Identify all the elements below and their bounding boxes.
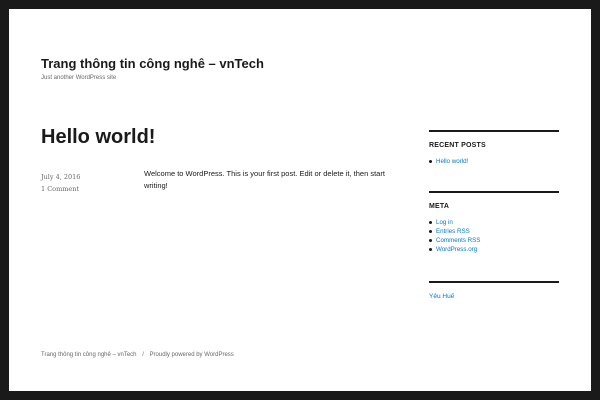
meta-wordpress-org-link[interactable]: WordPress.org bbox=[436, 246, 477, 253]
list-item: Comments RSS bbox=[429, 236, 559, 245]
page-container: Trang thông tin công nghê – vnTech Just … bbox=[9, 9, 591, 391]
meta-login-link[interactable]: Log in bbox=[436, 219, 453, 226]
widget-divider bbox=[429, 191, 559, 193]
post-content-text: Welcome to WordPress. This is your first… bbox=[144, 169, 385, 190]
meta-title: META bbox=[429, 203, 450, 210]
post-meta: July 4, 2016 1 Comment bbox=[41, 171, 80, 195]
footer-separator: / bbox=[142, 352, 144, 358]
site-description: Just another WordPress site bbox=[41, 75, 117, 81]
list-item: Entries RSS bbox=[429, 227, 559, 236]
post-comments-link[interactable]: 1 Comment bbox=[41, 183, 80, 195]
recent-posts-title: RECENT POSTS bbox=[429, 142, 486, 149]
meta-comments-rss-link[interactable]: Comments RSS bbox=[436, 237, 480, 244]
footer-site-link[interactable]: Trang thông tin công nghê – vnTech bbox=[41, 352, 137, 358]
list-item: Hello world! bbox=[429, 157, 559, 166]
recent-posts-widget: RECENT POSTS Hello world! bbox=[429, 130, 559, 166]
recent-posts-list: Hello world! bbox=[429, 157, 559, 166]
yeu-hue-link[interactable]: Yêu Huế bbox=[429, 293, 559, 300]
post-title[interactable]: Hello world! bbox=[41, 126, 155, 149]
widget-divider bbox=[429, 130, 559, 132]
post-content: Welcome to WordPress. This is your first… bbox=[144, 168, 399, 192]
list-item: WordPress.org bbox=[429, 245, 559, 254]
meta-widget: META Log in Entries RSS Comments RSS Wor… bbox=[429, 191, 559, 254]
meta-list: Log in Entries RSS Comments RSS WordPres… bbox=[429, 218, 559, 254]
recent-post-link[interactable]: Hello world! bbox=[436, 158, 468, 165]
site-title-link[interactable]: Trang thông tin công nghê – vnTech bbox=[41, 56, 264, 71]
post-date-link[interactable]: July 4, 2016 bbox=[41, 171, 80, 183]
list-item: Log in bbox=[429, 218, 559, 227]
widget-divider bbox=[429, 281, 559, 283]
text-widget: Yêu Huế bbox=[429, 281, 559, 300]
meta-entries-rss-link[interactable]: Entries RSS bbox=[436, 228, 470, 235]
footer-powered-link[interactable]: Proudly powered by WordPress bbox=[150, 352, 234, 358]
site-footer: Trang thông tin công nghê – vnTech / Pro… bbox=[41, 352, 234, 358]
